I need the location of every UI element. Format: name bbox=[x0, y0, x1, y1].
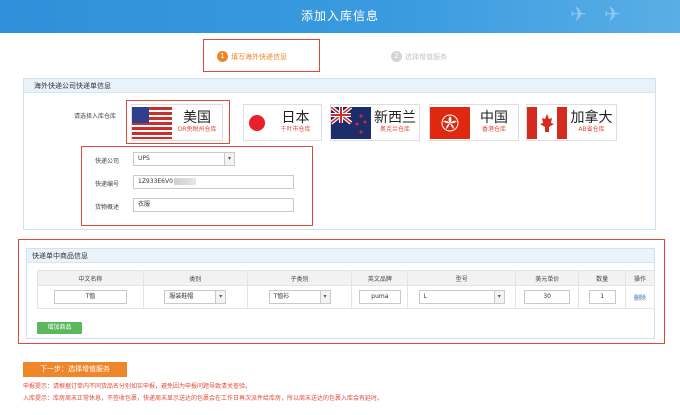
airplane-icon: ✈ bbox=[604, 2, 622, 26]
selected-warehouse-highlight bbox=[126, 100, 230, 144]
courier-company-label: 快递公司 bbox=[95, 158, 120, 165]
japan-flag-icon bbox=[244, 106, 270, 139]
next-step-button[interactable]: 下一步：选择增值服务 bbox=[23, 362, 127, 377]
model-select[interactable]: L ▾ bbox=[418, 290, 505, 304]
step-2[interactable]: 2 选择增值服务 bbox=[391, 51, 447, 62]
delete-link[interactable]: 删除 bbox=[634, 295, 646, 302]
airplane-icon: ✈ bbox=[570, 2, 588, 26]
goods-description-input[interactable]: 衣服 bbox=[133, 198, 294, 212]
chevron-down-icon: ▾ bbox=[493, 291, 504, 303]
chevron-down-icon: ▾ bbox=[224, 153, 234, 165]
step-1[interactable]: 1 填写海外快递信息 bbox=[217, 51, 287, 62]
table-header-row: 中文名称 类别 子类别 英文品牌 型号 美元单价 数量 操作 bbox=[37, 270, 655, 286]
warehouse-notice: 入库提示：库房周末正常休息，不签收包裹，快递周末显示送达的包裹会在工作日再次派件… bbox=[23, 395, 384, 402]
product-name-input[interactable]: T恤 bbox=[53, 290, 127, 304]
page-header: 添加入库信息 ✈ ✈ bbox=[0, 0, 680, 33]
chevron-down-icon: ▾ bbox=[319, 291, 330, 303]
tracking-number-input[interactable]: 1Z933E6V0 bbox=[133, 175, 294, 189]
warehouse-option-japan[interactable]: 日本 千叶市仓库 bbox=[243, 104, 322, 141]
hong-kong-flag-icon bbox=[430, 106, 470, 139]
add-product-button[interactable]: 增加商品 bbox=[37, 322, 82, 334]
table-row: T恤 服装鞋帽 ▾ T恤衫 ▾ puma L ▾ 30 1 删除 bbox=[37, 285, 655, 309]
category-select[interactable]: 服装鞋帽 ▾ bbox=[164, 290, 227, 304]
column-header: 数量 bbox=[578, 270, 627, 286]
panel-title: 海外快递公司快递单信息 bbox=[24, 79, 655, 93]
tracking-number-label: 快递编号 bbox=[95, 181, 120, 188]
unit-price-input[interactable]: 30 bbox=[524, 290, 571, 304]
column-header: 子类别 bbox=[246, 270, 353, 286]
column-header: 型号 bbox=[407, 270, 517, 286]
column-header: 英文品牌 bbox=[351, 270, 409, 286]
courier-company-select[interactable]: UPS ▾ bbox=[133, 152, 235, 166]
column-header: 操作 bbox=[625, 270, 655, 286]
column-header: 类别 bbox=[142, 270, 248, 286]
goods-description-label: 货物概述 bbox=[95, 204, 120, 211]
step-indicator: 1 填写海外快递信息 2 选择增值服务 bbox=[0, 33, 680, 75]
column-header: 美元单价 bbox=[515, 270, 580, 286]
subcategory-select[interactable]: T恤衫 ▾ bbox=[268, 290, 331, 304]
goods-table: 中文名称 类别 子类别 英文品牌 型号 美元单价 数量 操作 T恤 服装鞋帽 ▾… bbox=[37, 270, 655, 309]
page-title: 添加入库信息 bbox=[300, 9, 379, 23]
declaration-notice: 申报提示：请根据订单内不同货品名分别如实申报，避免因为申报问题导致清关查验。 bbox=[23, 383, 252, 390]
quantity-input[interactable]: 1 bbox=[588, 290, 616, 304]
chevron-down-icon: ▾ bbox=[215, 291, 226, 303]
warehouse-option-canada[interactable]: 加拿大 AB省仓库 bbox=[526, 104, 617, 141]
warehouse-option-hong-kong[interactable]: 中国 香港仓库 bbox=[429, 104, 519, 141]
canada-flag-icon bbox=[527, 106, 567, 139]
panel-title: 快递单中商品信息 bbox=[27, 249, 654, 263]
redacted-blur bbox=[173, 178, 196, 185]
new-zealand-flag-icon bbox=[331, 106, 371, 139]
column-header: 中文名称 bbox=[37, 270, 144, 286]
warehouse-label: 请选择入库仓库 bbox=[74, 113, 117, 120]
warehouse-option-new-zealand[interactable]: 新西兰 奥克兰仓库 bbox=[330, 104, 420, 141]
brand-input[interactable]: puma bbox=[358, 290, 401, 304]
